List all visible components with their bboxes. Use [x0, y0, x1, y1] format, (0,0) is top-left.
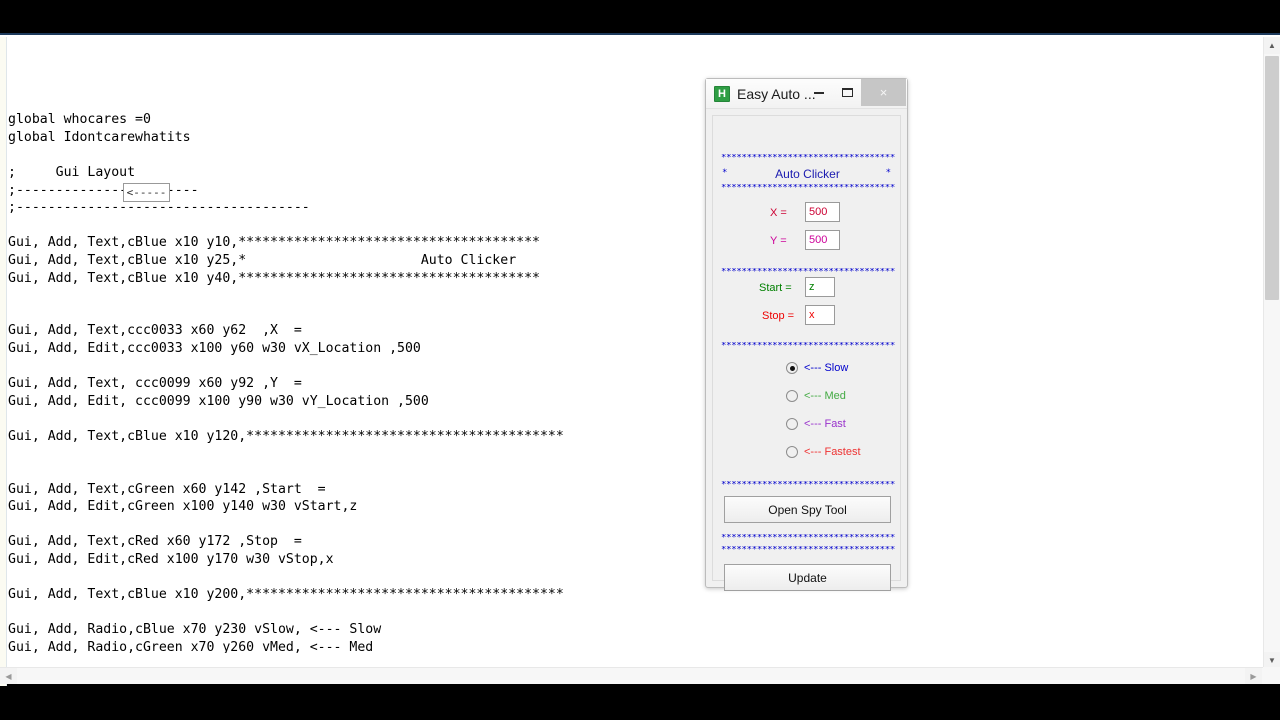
start-input[interactable] [805, 277, 835, 297]
maximize-icon [841, 88, 853, 97]
divider-top-2: ****************************************… [721, 184, 895, 193]
radio-fast-label: <--- Fast [804, 418, 846, 430]
radio-fast[interactable]: <--- Fast [786, 418, 846, 430]
auto-clicker-window: H Easy Auto ... × **********************… [705, 78, 908, 591]
editor-gutter [0, 37, 7, 686]
app-content-panel: ****************************************… [712, 115, 901, 591]
minimize-button[interactable] [805, 79, 833, 106]
scroll-right-arrow-icon[interactable]: ▶ [1245, 668, 1262, 684]
radio-med-indicator[interactable] [786, 390, 798, 402]
letterbox-top [0, 0, 1280, 33]
vertical-scrollbar-thumb[interactable] [1265, 56, 1279, 300]
horizontal-scrollbar[interactable]: ◀ ▶ [0, 667, 1280, 684]
divider-top-1: ****************************************… [721, 154, 895, 163]
stop-input[interactable] [805, 305, 835, 325]
radio-med-label: <--- Med [804, 390, 846, 402]
radio-fast-indicator[interactable] [786, 418, 798, 430]
app-titlebar[interactable]: H Easy Auto ... × [706, 79, 907, 109]
app-header-title: Auto Clicker [775, 167, 840, 181]
radio-fastest-indicator[interactable] [786, 446, 798, 458]
divider-bottom-1: ****************************************… [721, 481, 895, 490]
app-window-title: Easy Auto ... [737, 85, 816, 102]
x-label: X = [770, 207, 787, 219]
letterbox-bottom [0, 684, 1280, 720]
stop-label: Stop = [762, 310, 795, 322]
screen: global whocares =0 global Idontcarewhati… [0, 0, 1280, 720]
divider-bottom-3: ****************************************… [721, 546, 895, 555]
x-input[interactable] [805, 202, 840, 222]
scroll-left-arrow-icon[interactable]: ◀ [0, 668, 17, 684]
open-spy-tool-button[interactable]: Open Spy Tool [724, 496, 891, 523]
divider-mid-1: ****************************************… [721, 268, 895, 277]
radio-slow-indicator[interactable] [786, 362, 798, 374]
close-button[interactable]: × [861, 79, 906, 106]
radio-slow[interactable]: <--- Slow [786, 362, 848, 374]
divider-mid-2: ****************************************… [721, 342, 895, 351]
code-text-area[interactable]: global whocares =0 global Idontcarewhati… [8, 37, 1262, 653]
radio-med[interactable]: <--- Med [786, 390, 846, 402]
maximize-button[interactable] [833, 79, 861, 106]
minimize-icon [814, 91, 824, 94]
radio-fastest[interactable]: <--- Fastest [786, 446, 861, 458]
vertical-scrollbar[interactable]: ▲ ▼ [1263, 37, 1280, 669]
code-editor-window: global whocares =0 global Idontcarewhati… [0, 33, 1280, 686]
source-code[interactable]: global whocares =0 global Idontcarewhati… [8, 111, 731, 653]
y-input[interactable] [805, 230, 840, 250]
scroll-up-arrow-icon[interactable]: ▲ [1264, 37, 1280, 54]
update-button[interactable]: Update [724, 564, 891, 591]
app-logo-icon: H [714, 85, 730, 102]
gui-layout-tooltip: <------ [123, 183, 170, 202]
start-label: Start = [759, 282, 792, 294]
radio-slow-label: <--- Slow [804, 362, 849, 374]
divider-bottom-2: ****************************************… [721, 534, 895, 543]
radio-fastest-label: <--- Fastest [804, 446, 861, 458]
y-label: Y = [770, 235, 787, 247]
scrollbar-corner [1263, 667, 1280, 684]
